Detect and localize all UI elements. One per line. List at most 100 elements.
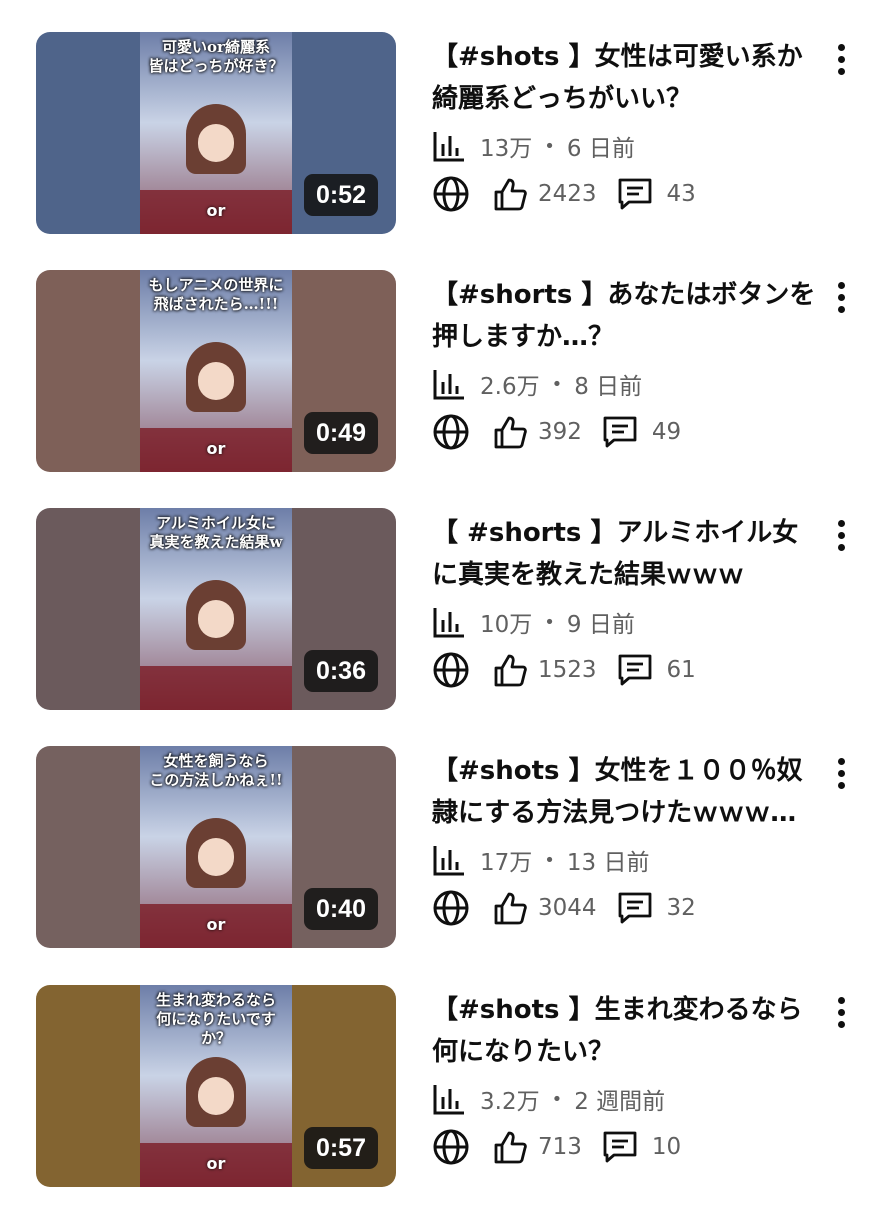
video-row[interactable]: 女性を飼うなら この方法しかねぇ!! or 0:40 【#shots 】女性を１…: [0, 746, 877, 984]
video-meta: 17万 • 13 日前: [432, 840, 649, 880]
thumbnail-character-face: [198, 362, 234, 400]
like-count: 713: [538, 1134, 582, 1160]
thumbnail-or-label: or: [206, 915, 226, 934]
video-thumbnail[interactable]: 可愛いor綺麗系 皆はどっちが好き？ or 0:52: [36, 32, 396, 234]
thumbnail-caption: 生まれ変わるなら 何になりたいですか？: [155, 991, 276, 1047]
thumbnail-caption: アルミホイル女に 真実を教えた結果w: [149, 514, 283, 551]
thumbnail-or-label: or: [206, 201, 226, 220]
video-meta: 10万 • 9 日前: [432, 602, 635, 642]
video-row[interactable]: もしアニメの世界に 飛ばされたら…!!! or 0:49 【#shorts 】あ…: [0, 270, 877, 508]
more-vertical-icon[interactable]: [830, 993, 852, 1037]
thumbnail-caption: 可愛いor綺麗系 皆はどっちが好き？: [148, 38, 284, 75]
video-thumbnail[interactable]: アルミホイル女に 真実を教えた結果w 0:36: [36, 508, 396, 710]
publish-age: 6 日前: [566, 136, 635, 162]
thumbnail-character-face: [198, 1077, 234, 1115]
video-duration: 0:49: [303, 412, 378, 454]
video-meta: 13万 • 6 日前: [432, 126, 635, 166]
thumbnail-character-face: [198, 838, 234, 876]
publish-age: 8 日前: [574, 374, 643, 400]
globe-icon[interactable]: [432, 175, 470, 213]
video-actions: 2423 43: [432, 172, 696, 216]
thumbnail-artwork: 生まれ変わるなら 何になりたいですか？ or: [140, 985, 292, 1187]
like-count: 1523: [538, 657, 597, 683]
view-count: 3.2万: [480, 1089, 540, 1115]
thumbnail-artwork: アルミホイル女に 真実を教えた結果w: [140, 508, 292, 710]
thumbs-up-icon[interactable]: [492, 1129, 528, 1165]
comment-count: 10: [651, 1134, 682, 1160]
thumbnail-artwork: 女性を飼うなら この方法しかねぇ!! or: [140, 746, 292, 948]
video-row[interactable]: 可愛いor綺麗系 皆はどっちが好き？ or 0:52 【#shots 】女性は可…: [0, 32, 877, 270]
bar-chart-icon: [433, 846, 464, 876]
thumbs-up-icon[interactable]: [492, 176, 528, 212]
video-thumbnail[interactable]: もしアニメの世界に 飛ばされたら…!!! or 0:49: [36, 270, 396, 472]
video-thumbnail[interactable]: 女性を飼うなら この方法しかねぇ!! or 0:40: [36, 746, 396, 948]
bar-chart-icon: [433, 132, 464, 162]
comment-count: 32: [666, 895, 696, 921]
view-count: 10万: [480, 612, 533, 638]
globe-icon[interactable]: [432, 413, 470, 451]
video-meta: 2.6万 • 8 日前: [432, 364, 642, 404]
view-count: 13万: [480, 136, 533, 162]
view-count: 2.6万: [480, 374, 540, 400]
comment-icon[interactable]: [602, 1130, 638, 1164]
video-actions: 713 10: [432, 1125, 681, 1169]
video-meta: 3.2万 • 2 週間前: [432, 1079, 665, 1119]
thumbnail-artwork: 可愛いor綺麗系 皆はどっちが好き？ or: [140, 32, 292, 234]
more-vertical-icon[interactable]: [830, 40, 852, 84]
thumbnail-caption: 女性を飼うなら この方法しかねぇ!!: [149, 752, 283, 789]
comment-count: 49: [651, 419, 682, 445]
globe-icon[interactable]: [432, 1128, 470, 1166]
more-vertical-icon[interactable]: [830, 278, 852, 322]
bar-chart-icon: [433, 1085, 464, 1115]
thumbs-up-icon[interactable]: [492, 890, 528, 926]
comment-icon[interactable]: [617, 653, 653, 687]
video-actions: 3044 32: [432, 886, 696, 930]
thumbnail-footer-band: [140, 666, 292, 710]
video-duration: 0:57: [303, 1127, 378, 1169]
globe-icon[interactable]: [432, 651, 470, 689]
thumbnail-caption: もしアニメの世界に 飛ばされたら…!!!: [148, 276, 284, 313]
video-title[interactable]: 【#shots 】女性を１００％奴隷にする方法見つけたｗｗｗ…: [432, 750, 816, 834]
thumbnail-character-face: [198, 600, 234, 638]
thumbs-up-icon[interactable]: [492, 414, 528, 450]
video-title[interactable]: 【 #shorts 】アルミホイル女に真実を教えた結果ｗｗｗ: [432, 512, 816, 596]
comment-icon[interactable]: [617, 891, 653, 925]
meta-separator: •: [544, 611, 555, 633]
comment-count: 61: [666, 657, 696, 683]
video-actions: 1523 61: [432, 648, 696, 692]
video-thumbnail[interactable]: 生まれ変わるなら 何になりたいですか？ or 0:57: [36, 985, 396, 1187]
comment-icon[interactable]: [602, 415, 638, 449]
thumbs-up-icon[interactable]: [492, 652, 528, 688]
meta-separator: •: [551, 373, 563, 395]
bar-chart-icon: [433, 370, 464, 400]
globe-icon[interactable]: [432, 889, 470, 927]
video-title[interactable]: 【#shots 】女性は可愛い系か綺麗系どっちがいい？: [432, 36, 816, 120]
thumbnail-or-label: or: [206, 1154, 226, 1173]
comment-icon[interactable]: [617, 177, 653, 211]
thumbnail-artwork: もしアニメの世界に 飛ばされたら…!!! or: [140, 270, 292, 472]
more-vertical-icon[interactable]: [830, 754, 852, 798]
video-row[interactable]: 生まれ変わるなら 何になりたいですか？ or 0:57 【#shots 】生まれ…: [0, 985, 877, 1223]
comment-count: 43: [666, 181, 696, 207]
video-title[interactable]: 【#shots 】生まれ変わるなら何になりたい？: [432, 989, 816, 1073]
video-duration: 0:40: [303, 888, 378, 930]
video-title[interactable]: 【#shorts 】あなたはボタンを押しますか…？: [432, 274, 816, 358]
publish-age: 2 週間前: [574, 1089, 666, 1115]
view-count: 17万: [480, 850, 533, 876]
thumbnail-or-label: or: [206, 439, 226, 458]
meta-separator: •: [551, 1088, 563, 1110]
meta-separator: •: [544, 135, 555, 157]
meta-separator: •: [544, 849, 555, 871]
like-count: 392: [538, 419, 582, 445]
publish-age: 13 日前: [566, 850, 650, 876]
like-count: 2423: [538, 181, 597, 207]
video-duration: 0:36: [303, 650, 378, 692]
bar-chart-icon: [433, 608, 464, 638]
video-row[interactable]: アルミホイル女に 真実を教えた結果w 0:36 【 #shorts 】アルミホイ…: [0, 508, 877, 746]
thumbnail-character-face: [198, 124, 234, 162]
video-actions: 392 49: [432, 410, 681, 454]
video-duration: 0:52: [303, 174, 378, 216]
more-vertical-icon[interactable]: [830, 516, 852, 560]
publish-age: 9 日前: [566, 612, 635, 638]
like-count: 3044: [538, 895, 597, 921]
